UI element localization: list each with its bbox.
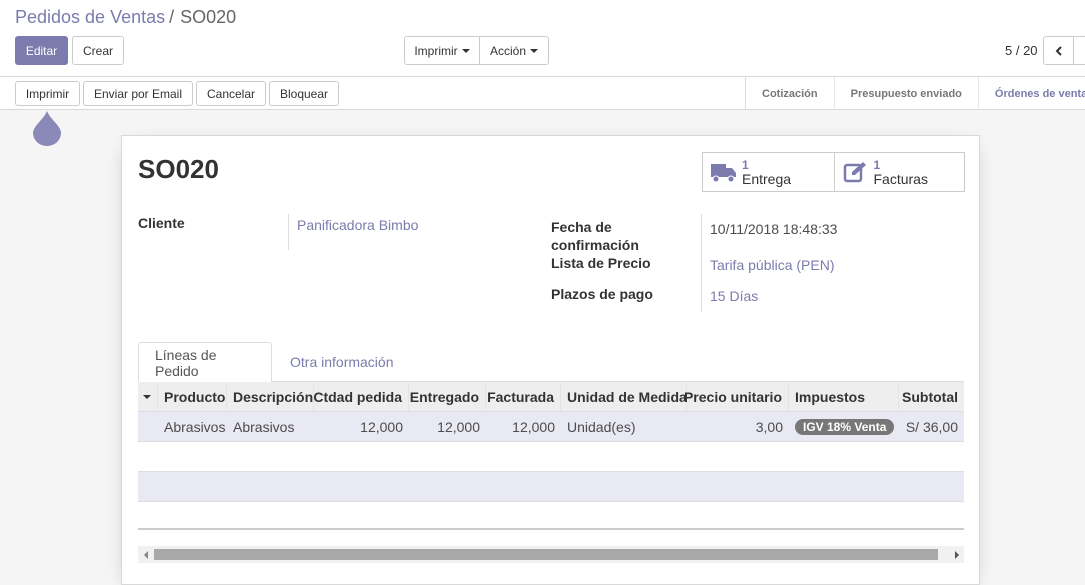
cell-ordered-qty: 12,000 (314, 412, 409, 441)
order-lines-grid: Producto Descripción Ctdad pedida Entreg… (138, 382, 964, 502)
invoices-smart-button[interactable]: 1 Facturas (834, 153, 965, 191)
stage-sales-order[interactable]: Órdenes de venta (979, 77, 1085, 110)
delivery-label: Entrega (742, 172, 791, 186)
breadcrumb-current: SO020 (180, 7, 236, 27)
cell-taxes: IGV 18% Venta (789, 412, 899, 441)
column-header-uom[interactable]: Unidad de Medida (561, 382, 687, 411)
breadcrumb-sales-orders-link[interactable]: Pedidos de Ventas (15, 7, 165, 27)
caret-down-icon (143, 395, 151, 399)
cell-description: Abrasivos (227, 412, 314, 441)
arrow-right-icon (954, 551, 960, 559)
stage-quotation[interactable]: Cotización (746, 77, 835, 110)
column-header-ordered-qty[interactable]: Ctdad pedida (314, 382, 409, 411)
delivery-smart-button[interactable]: 1 Entrega (703, 153, 834, 191)
confirmation-date-label-line1: Fecha de (551, 218, 612, 236)
cell-invoiced: 12,000 (486, 412, 561, 441)
cancel-button[interactable]: Cancelar (196, 81, 266, 106)
pricelist-label: Lista de Precio (551, 254, 651, 272)
row-handle-cell (138, 412, 158, 441)
cell-delivered: 12,000 (409, 412, 486, 441)
scroll-right-button[interactable] (949, 546, 964, 563)
column-header-invoiced[interactable]: Facturada (486, 382, 561, 411)
column-header-delivered[interactable]: Entregado (409, 382, 486, 411)
grid-header: Producto Descripción Ctdad pedida Entreg… (138, 382, 964, 412)
print-button[interactable]: Imprimir (15, 81, 80, 106)
control-panel: Pedidos de Ventas/ SO020 Editar Crear Imp… (0, 0, 1085, 77)
pager-next-button[interactable] (1073, 36, 1085, 65)
delivery-smart-text: 1 Entrega (742, 158, 791, 186)
create-button[interactable]: Crear (72, 36, 124, 65)
customer-field[interactable]: Panificadora Bimbo (297, 216, 418, 234)
print-dropdown-label: Imprimir (414, 44, 457, 58)
cell-subtotal: S/ 36,00 (899, 412, 964, 441)
form-sheet: SO020 1 Entrega 1 Facturas C (121, 135, 980, 585)
drop-icon (32, 110, 62, 146)
form-statusbar: Imprimir Enviar por Email Cancelar Bloqu… (0, 77, 1085, 110)
scroll-left-button[interactable] (138, 546, 153, 563)
truck-icon (710, 160, 738, 184)
tab-order-lines[interactable]: Líneas de Pedido (138, 342, 272, 383)
field-divider (701, 214, 702, 312)
tax-badge: IGV 18% Venta (795, 419, 894, 435)
payment-terms-label: Plazos de pago (551, 285, 653, 303)
column-header-taxes[interactable]: Impuestos (789, 382, 899, 411)
invoices-smart-text: 1 Facturas (874, 158, 928, 186)
cell-product: Abrasivos (158, 412, 227, 441)
smart-buttons: 1 Entrega 1 Facturas (702, 152, 965, 192)
column-header-description[interactable]: Descripción (227, 382, 314, 411)
tab-other-info[interactable]: Otra información (274, 342, 409, 382)
sort-caret-cell[interactable] (138, 382, 158, 411)
action-dropdown-label: Acción (490, 44, 526, 58)
action-dropdown-button[interactable]: Acción (479, 36, 549, 65)
send-email-button[interactable]: Enviar por Email (83, 81, 193, 106)
confirmation-date-label-line2: confirmación (551, 236, 639, 254)
cell-uom: Unidad(es) (561, 412, 687, 441)
cell-unit-price: 3,00 (687, 412, 789, 441)
field-divider (288, 214, 289, 250)
chevron-left-icon (1054, 46, 1064, 56)
breadcrumb-separator: / (169, 7, 174, 27)
print-dropdown-button[interactable]: Imprimir (404, 36, 480, 65)
grid-footer-line (138, 528, 964, 531)
pricelist-field[interactable]: Tarifa pública (PEN) (710, 256, 835, 274)
customer-label: Cliente (138, 214, 185, 232)
empty-row (138, 472, 964, 502)
status-stages: Cotización Presupuesto enviado Órdenes d… (745, 77, 1085, 110)
scrollbar-thumb[interactable] (154, 549, 938, 560)
caret-down-icon (530, 49, 538, 53)
horizontal-scrollbar[interactable] (138, 546, 964, 563)
payment-terms-field[interactable]: 15 Días (710, 287, 758, 305)
caret-down-icon (462, 49, 470, 53)
notebook-tabs: Líneas de Pedido Otra información (138, 342, 964, 382)
table-row[interactable]: Abrasivos Abrasivos 12,000 12,000 12,000… (138, 412, 964, 442)
lock-button[interactable]: Bloquear (269, 81, 339, 106)
empty-row (138, 442, 964, 472)
invoices-count: 1 (874, 158, 928, 172)
pager-value[interactable]: 5 / 20 (1005, 43, 1038, 58)
edit-icon (842, 160, 870, 184)
column-header-product[interactable]: Producto (158, 382, 227, 411)
delivery-count: 1 (742, 158, 791, 172)
confirmation-date-value: 10/11/2018 18:48:33 (710, 220, 837, 238)
column-header-subtotal[interactable]: Subtotal (899, 382, 964, 411)
stage-quotation-sent[interactable]: Presupuesto enviado (835, 77, 979, 110)
arrow-left-icon (143, 551, 149, 559)
column-header-unit-price[interactable]: Precio unitario (687, 382, 789, 411)
pager-previous-button[interactable] (1043, 36, 1074, 65)
invoices-label: Facturas (874, 172, 928, 186)
breadcrumb: Pedidos de Ventas/ SO020 (15, 7, 236, 28)
order-title: SO020 (138, 154, 219, 185)
edit-button[interactable]: Editar (15, 36, 68, 65)
